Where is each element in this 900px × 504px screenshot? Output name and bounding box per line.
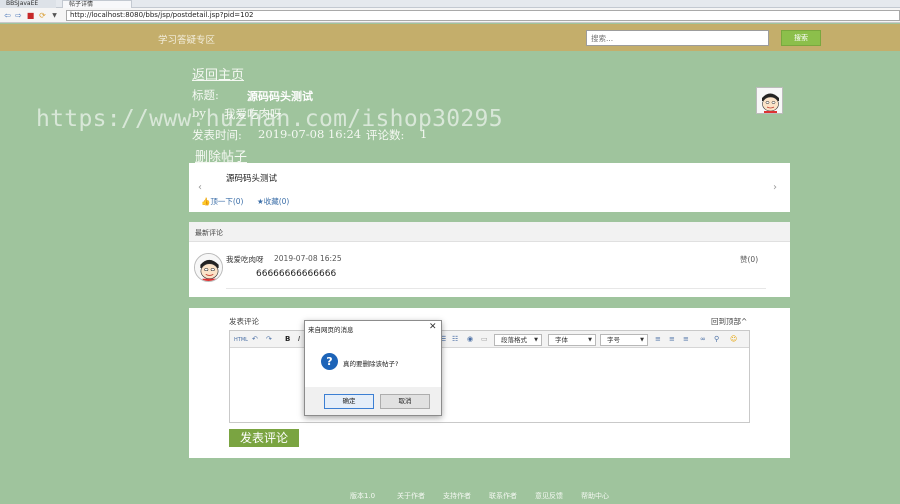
chevron-down-icon: ▼ (640, 337, 644, 343)
search-button[interactable]: 搜索 (781, 30, 821, 46)
dialog-title-bar: 来自网页的消息 ✕ (305, 321, 441, 335)
cartoon-avatar-icon (757, 88, 782, 113)
reply-label: 发表评论 (229, 317, 259, 326)
unlink-icon[interactable]: ⚲ (714, 335, 719, 344)
emoticon-icon[interactable]: ☺ (730, 335, 737, 344)
unordered-list-icon[interactable]: ☷ (452, 335, 458, 344)
chevron-right-icon[interactable]: › (773, 182, 777, 193)
font-size-label: 字号 (607, 336, 620, 344)
footer-link-about[interactable]: 关于作者 (397, 491, 425, 501)
cartoon-avatar-icon (195, 254, 222, 281)
dialog-message: 真的要删除该帖子? (343, 360, 399, 368)
italic-icon[interactable]: I (298, 335, 300, 344)
address-bar[interactable]: http://localhost:8080/bbs/jsp/postdetail… (66, 10, 900, 21)
chevron-down-icon[interactable]: ▼ (50, 11, 59, 20)
browser-nav-bar: ⇦ ⇨ ■ ⟳ ▼ http://localhost:8080/bbs/jsp/… (0, 8, 900, 23)
author-avatar (756, 87, 783, 114)
comments-panel: 最新评论 我爱吃肉呀 2019-07-08 16:25 666666666666… (189, 222, 790, 297)
cancel-button[interactable]: 取消 (380, 394, 430, 409)
tab-label: 帖子详情 (69, 1, 94, 8)
star-icon: ★ (257, 197, 264, 206)
comment-text: 66666666666666 (256, 269, 337, 279)
redo-icon[interactable]: ↷ (266, 335, 272, 344)
back-icon[interactable]: ⇦ (3, 11, 12, 20)
font-family-select[interactable]: 字体 ▼ (548, 334, 596, 346)
favorite-label: 收藏(0) (263, 197, 290, 206)
search-input[interactable] (586, 30, 769, 46)
bold-icon[interactable]: B (285, 335, 290, 344)
comment-user[interactable]: 我爱吃肉呀 (226, 254, 264, 265)
submit-comment-button[interactable]: 发表评论 (229, 429, 299, 447)
stop-icon[interactable]: ■ (26, 11, 35, 20)
commenter-avatar (194, 253, 223, 282)
footer-link-help[interactable]: 帮助中心 (581, 491, 609, 501)
footer-link-version[interactable]: 版本1.0 (350, 491, 375, 501)
back-to-top-link[interactable]: 回到顶部^ (711, 316, 747, 327)
close-icon[interactable]: ✕ (429, 322, 437, 333)
watermark-text: https://www.huzhan.com/ishop30295 (36, 106, 503, 132)
align-right-icon[interactable]: ≡ (683, 335, 689, 344)
browser-tab-active[interactable]: 帖子详情 (62, 0, 132, 8)
post-content: 源码码头测试 (226, 174, 278, 184)
chevron-left-icon[interactable]: ‹ (198, 182, 202, 193)
image-icon[interactable]: ◉ (467, 335, 473, 344)
post-title: 源码码头测试 (247, 90, 313, 103)
like-button[interactable]: 👍顶一下(0) (201, 196, 243, 207)
chevron-down-icon: ▼ (588, 337, 592, 343)
footer-link-support[interactable]: 支持作者 (443, 491, 471, 501)
site-title[interactable]: 学习答疑专区 (158, 32, 215, 46)
dialog-title: 来自网页的消息 (308, 326, 354, 334)
html-source-button[interactable]: HTML (234, 336, 248, 345)
comment-like-button[interactable]: 赞(0) (740, 254, 758, 265)
browser-tab[interactable]: BBSJavaEE (0, 0, 56, 8)
undo-icon[interactable]: ↶ (252, 335, 258, 344)
post-content-panel: 源码码头测试 ‹ › 👍顶一下(0) ★收藏(0) (189, 163, 790, 212)
back-home-link[interactable]: 返回主页 (192, 64, 244, 83)
forward-icon[interactable]: ⇨ (14, 11, 23, 20)
file-icon[interactable]: ▭ (481, 335, 488, 344)
comments-header-text: 最新评论 (195, 229, 223, 237)
divider (226, 288, 766, 289)
paragraph-format-select[interactable]: 段落格式 ▼ (494, 334, 542, 346)
footer-link-feedback[interactable]: 意见反馈 (535, 491, 563, 501)
favorite-button[interactable]: ★收藏(0) (257, 196, 289, 207)
like-label: 顶一下(0) (210, 197, 244, 206)
align-left-icon[interactable]: ≡ (655, 335, 661, 344)
font-size-select[interactable]: 字号 ▼ (600, 334, 648, 346)
font-family-label: 字体 (555, 336, 568, 344)
align-center-icon[interactable]: ≡ (669, 335, 675, 344)
paragraph-format-label: 段落格式 (501, 336, 527, 344)
footer-link-contact[interactable]: 联系作者 (489, 491, 517, 501)
browser-tab-bar: BBSJavaEE 帖子详情 (0, 0, 900, 8)
tab-label: BBSJavaEE (6, 0, 39, 7)
reply-panel: 发表评论 回到顶部^ HTML ↶ ↷ B I ☰ ☷ ◉ ▭ 段落格式 ▼ 字体… (189, 308, 790, 458)
thumbs-up-icon: 👍 (201, 197, 211, 206)
dialog-footer: 确定 取消 (305, 387, 441, 415)
comments-header: 最新评论 (189, 222, 790, 242)
title-label: 标题: (192, 88, 219, 102)
comment-time: 2019-07-08 16:25 (274, 254, 342, 263)
link-icon[interactable]: ∞ (700, 335, 706, 344)
ok-button[interactable]: 确定 (324, 394, 374, 409)
refresh-icon[interactable]: ⟳ (38, 11, 47, 20)
question-icon: ? (321, 353, 338, 370)
site-header: 学习答疑专区 搜索 (0, 24, 900, 51)
chevron-down-icon: ▼ (534, 337, 538, 343)
confirm-dialog: 来自网页的消息 ✕ ? 真的要删除该帖子? 确定 取消 (304, 320, 442, 416)
